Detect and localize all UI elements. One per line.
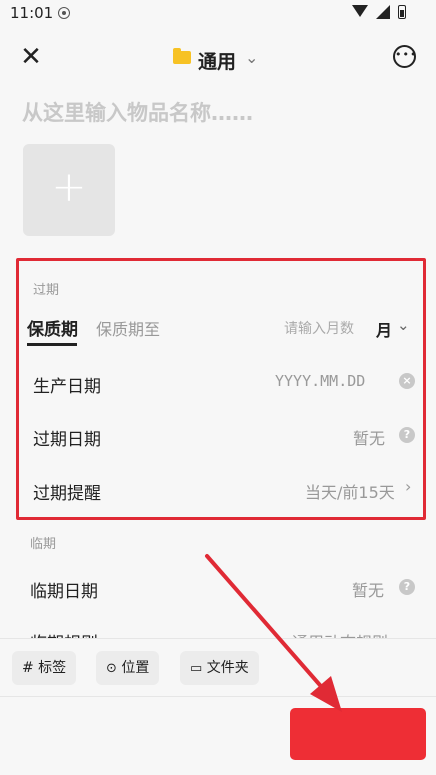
expire-reminder-value[interactable]: 当天/前15天 (305, 479, 395, 503)
expire-section: 过期 保质期 保质期至 请输入月数 月 ⌄ 生产日期 YYYY.MM.DD × … (16, 258, 426, 520)
location-button[interactable]: ⊙ 位置 (96, 651, 160, 685)
tab-shelf-life[interactable]: 保质期 (27, 315, 78, 340)
near-date-label: 临期日期 (30, 582, 98, 602)
save-button[interactable] (290, 708, 426, 760)
production-date-label: 生产日期 (33, 377, 101, 397)
production-date-field[interactable]: YYYY.MM.DD (275, 372, 365, 390)
chevron-down-icon: ⌄ (397, 316, 410, 334)
tab-underline (27, 343, 77, 346)
expire-date-value[interactable]: 暂无 (353, 425, 385, 449)
close-icon: ✕ (20, 42, 42, 72)
section-title-expire: 过期 (33, 283, 60, 298)
shield-icon (58, 7, 70, 19)
help-icon[interactable]: ? (399, 427, 415, 443)
months-input[interactable]: 请输入月数 (284, 318, 354, 338)
location-pin-icon: ⊙ (106, 661, 117, 676)
folder-outline-icon: ▭ (190, 661, 203, 676)
close-button[interactable]: ✕ (18, 44, 44, 70)
location-label: 位置 (121, 660, 150, 676)
folder-button-label: 文件夹 (206, 660, 249, 676)
status-time: 11:01 (10, 4, 54, 22)
folder-button[interactable]: ▭ 文件夹 (180, 651, 259, 685)
expire-reminder-label: 过期提醒 (33, 484, 101, 504)
tag-label: # 标签 (22, 660, 67, 676)
tag-button[interactable]: # 标签 (12, 651, 77, 685)
plus-icon: + (51, 162, 87, 211)
clear-icon[interactable]: × (399, 373, 415, 389)
folder-icon (173, 48, 191, 64)
unit-select[interactable]: 月 (376, 317, 392, 341)
tab-shelf-until[interactable]: 保质期至 (96, 316, 160, 340)
signal-icon (376, 5, 390, 19)
more-icon: ••• (395, 48, 418, 61)
tag-bar: # 标签 ⊙ 位置 ▭ 文件夹 (0, 638, 436, 696)
item-name-input[interactable] (22, 98, 402, 128)
folder-label: 通用 (198, 51, 237, 73)
chevron-down-icon: ⌄ (245, 48, 259, 67)
near-date-value[interactable]: 暂无 (352, 577, 384, 601)
help-icon[interactable]: ? (399, 579, 415, 595)
expire-date-label: 过期日期 (33, 430, 101, 450)
section-title-near: 临期 (30, 537, 57, 552)
add-photo-button[interactable]: + (23, 144, 115, 236)
more-button[interactable]: ••• (393, 45, 416, 68)
battery-icon (398, 5, 406, 19)
chevron-right-icon: › (405, 477, 412, 496)
near-expiry-section: 临期 临期日期 暂无 ? 临期规则 通用动态规则 (16, 523, 426, 654)
wifi-icon (352, 5, 368, 17)
